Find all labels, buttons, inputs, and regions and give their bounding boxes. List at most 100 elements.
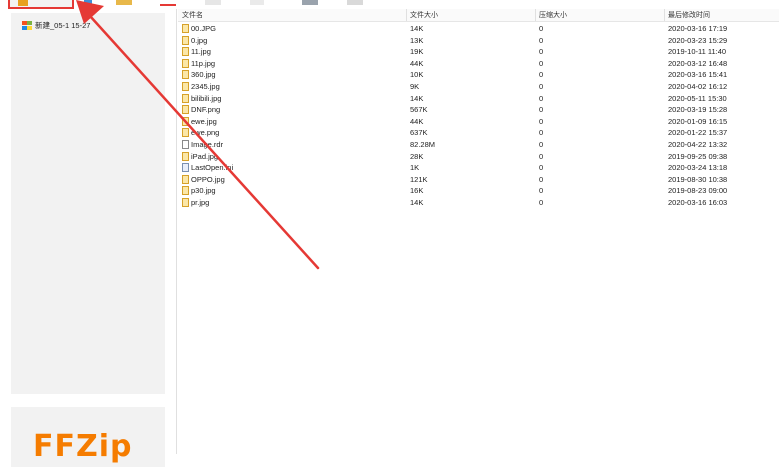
file-name: 360.jpg <box>191 70 216 80</box>
settings-icon[interactable] <box>302 0 318 5</box>
folder-icon[interactable] <box>116 0 132 5</box>
file-size: 13K <box>410 35 424 45</box>
file-name: ewe.jpg <box>191 116 217 126</box>
file-compressed-size: 0 <box>539 198 544 207</box>
file-name: pr.jpg <box>191 198 210 207</box>
file-size: 9K <box>410 82 420 91</box>
file-size: 82.28M <box>410 140 436 149</box>
file-name-cell: 2345.jpg <box>182 81 220 92</box>
file-list: 文件名 文件大小 压缩大小 最后修改时间 00.JPG 14K 0 2020-03-1… <box>178 9 779 454</box>
table-row[interactable]: 11p.jpg 44K 0 2020-03-12 16:48 <box>178 58 779 70</box>
table-row[interactable]: 360.jpg 10K 0 2020-03-16 15:41 <box>178 69 779 81</box>
info-icon[interactable] <box>347 0 363 5</box>
image-file-icon <box>182 174 189 184</box>
file-name-cell: 360.jpg <box>182 69 216 80</box>
file-modified: 2020-03-16 15:41 <box>668 70 728 80</box>
table-row[interactable]: ewe.png 637K 0 2020-01-22 15:37 <box>178 127 779 139</box>
file-name-cell: 11.jpg <box>182 46 211 57</box>
app-logo: FFZip <box>33 429 133 464</box>
image-file-icon <box>182 24 189 33</box>
file-modified: 2020-03-16 16:03 <box>668 198 728 207</box>
settings-file-icon <box>182 163 189 173</box>
file-compressed-size: 0 <box>539 70 544 80</box>
file-modified: 2020-03-24 13:18 <box>668 163 728 173</box>
image-file-icon <box>182 151 189 161</box>
tree-item-label: 新建_05-1 15-27 <box>35 20 91 30</box>
file-compressed-size: 0 <box>539 82 544 91</box>
table-row[interactable]: LastOpen.ini 1K 0 2020-03-24 13:18 <box>178 162 779 174</box>
table-row[interactable]: p30.jpg 16K 0 2019-08-23 09:00 <box>178 185 779 197</box>
file-modified: 2020-03-19 15:28 <box>668 105 728 115</box>
file-modified: 2020-03-23 15:29 <box>668 35 728 45</box>
table-row[interactable]: 11.jpg 19K 0 2019-10-11 11:40 <box>178 46 779 58</box>
file-modified: 2020-03-12 16:48 <box>668 58 728 68</box>
file-name-cell: ewe.png <box>182 127 219 138</box>
file-size: 14K <box>410 24 424 33</box>
image-file-icon <box>182 58 189 68</box>
table-row[interactable]: iPad.jpg 28K 0 2019-09-25 09:38 <box>178 151 779 163</box>
file-compressed-size: 0 <box>539 58 544 68</box>
file-modified: 2020-01-22 15:37 <box>668 128 728 138</box>
file-size: 44K <box>410 58 424 68</box>
file-modified: 2020-05-11 15:30 <box>668 93 727 103</box>
file-name: 0.jpg <box>191 35 208 45</box>
image-file-icon <box>182 105 189 115</box>
column-header-modified[interactable]: 最后修改时间 <box>668 10 710 20</box>
file-compressed-size: 0 <box>539 35 544 45</box>
image-file-icon <box>182 35 189 45</box>
column-header-compressed[interactable]: 压缩大小 <box>539 10 567 20</box>
file-size: 10K <box>410 70 424 80</box>
tree-item-archive[interactable]: 新建_05-1 15-27 <box>22 19 90 31</box>
folder-tree: 新建_05-1 15-27 <box>11 13 165 394</box>
file-compressed-size: 0 <box>539 128 544 138</box>
toolbar-button-highlighted[interactable] <box>8 0 74 9</box>
image-file-icon <box>182 70 189 80</box>
column-header-name[interactable]: 文件名 <box>182 10 203 20</box>
file-compressed-size: 0 <box>539 186 544 196</box>
file-size: 14K <box>410 198 424 207</box>
archive-icon <box>22 20 32 30</box>
file-compressed-size: 0 <box>539 47 544 57</box>
column-header-size[interactable]: 文件大小 <box>410 10 438 20</box>
table-row[interactable]: bilibili.jpg 14K 0 2020-05-11 15:30 <box>178 93 779 105</box>
view-icon[interactable] <box>205 0 221 5</box>
delete-icon[interactable] <box>160 0 176 6</box>
file-size: 19K <box>410 47 424 57</box>
file-compressed-size: 0 <box>539 105 544 115</box>
file-size: 16K <box>410 186 424 196</box>
toolbar <box>0 0 779 9</box>
file-name-cell: LastOpen.ini <box>182 162 233 173</box>
file-compressed-size: 0 <box>539 174 544 184</box>
edit-icon[interactable] <box>250 0 264 5</box>
file-name-cell: Image.rdr <box>182 139 223 150</box>
file-name: 11.jpg <box>191 47 211 57</box>
panel-divider[interactable] <box>176 9 177 454</box>
table-row[interactable]: DNF.png 567K 0 2020-03-19 15:28 <box>178 104 779 116</box>
file-size: 44K <box>410 116 424 126</box>
table-row[interactable]: 0.jpg 13K 0 2020-03-23 15:29 <box>178 35 779 47</box>
add-archive-icon <box>18 0 28 6</box>
image-file-icon <box>182 128 189 138</box>
file-name: 00.JPG <box>191 24 217 33</box>
file-size: 28K <box>410 151 424 161</box>
file-compressed-size: 0 <box>539 24 544 33</box>
image-file-icon <box>182 93 189 103</box>
list-header: 文件名 文件大小 压缩大小 最后修改时间 <box>178 9 779 22</box>
table-row[interactable]: OPPO.jpg 121K 0 2019-08-30 10:38 <box>178 174 779 186</box>
table-row[interactable]: 00.JPG 14K 0 2020-03-16 17:19 <box>178 23 779 35</box>
file-name: DNF.png <box>191 105 221 115</box>
file-modified: 2020-04-02 16:12 <box>668 82 728 91</box>
extract-icon[interactable] <box>84 0 92 5</box>
table-row[interactable]: 2345.jpg 9K 0 2020-04-02 16:12 <box>178 81 779 93</box>
image-file-icon <box>182 47 189 57</box>
file-compressed-size: 0 <box>539 163 544 173</box>
table-row[interactable]: ewe.jpg 44K 0 2020-01-09 16:15 <box>178 116 779 128</box>
table-row[interactable]: Image.rdr 82.28M 0 2020-04-22 13:32 <box>178 139 779 151</box>
file-size: 637K <box>410 128 428 138</box>
file-modified: 2020-01-09 16:15 <box>668 116 728 126</box>
file-name: 11p.jpg <box>191 58 216 68</box>
file-name-cell: iPad.jpg <box>182 151 218 162</box>
file-size: 14K <box>410 93 424 103</box>
table-row[interactable]: pr.jpg 14K 0 2020-03-16 16:03 <box>178 197 779 209</box>
file-name: p30.jpg <box>191 186 216 196</box>
